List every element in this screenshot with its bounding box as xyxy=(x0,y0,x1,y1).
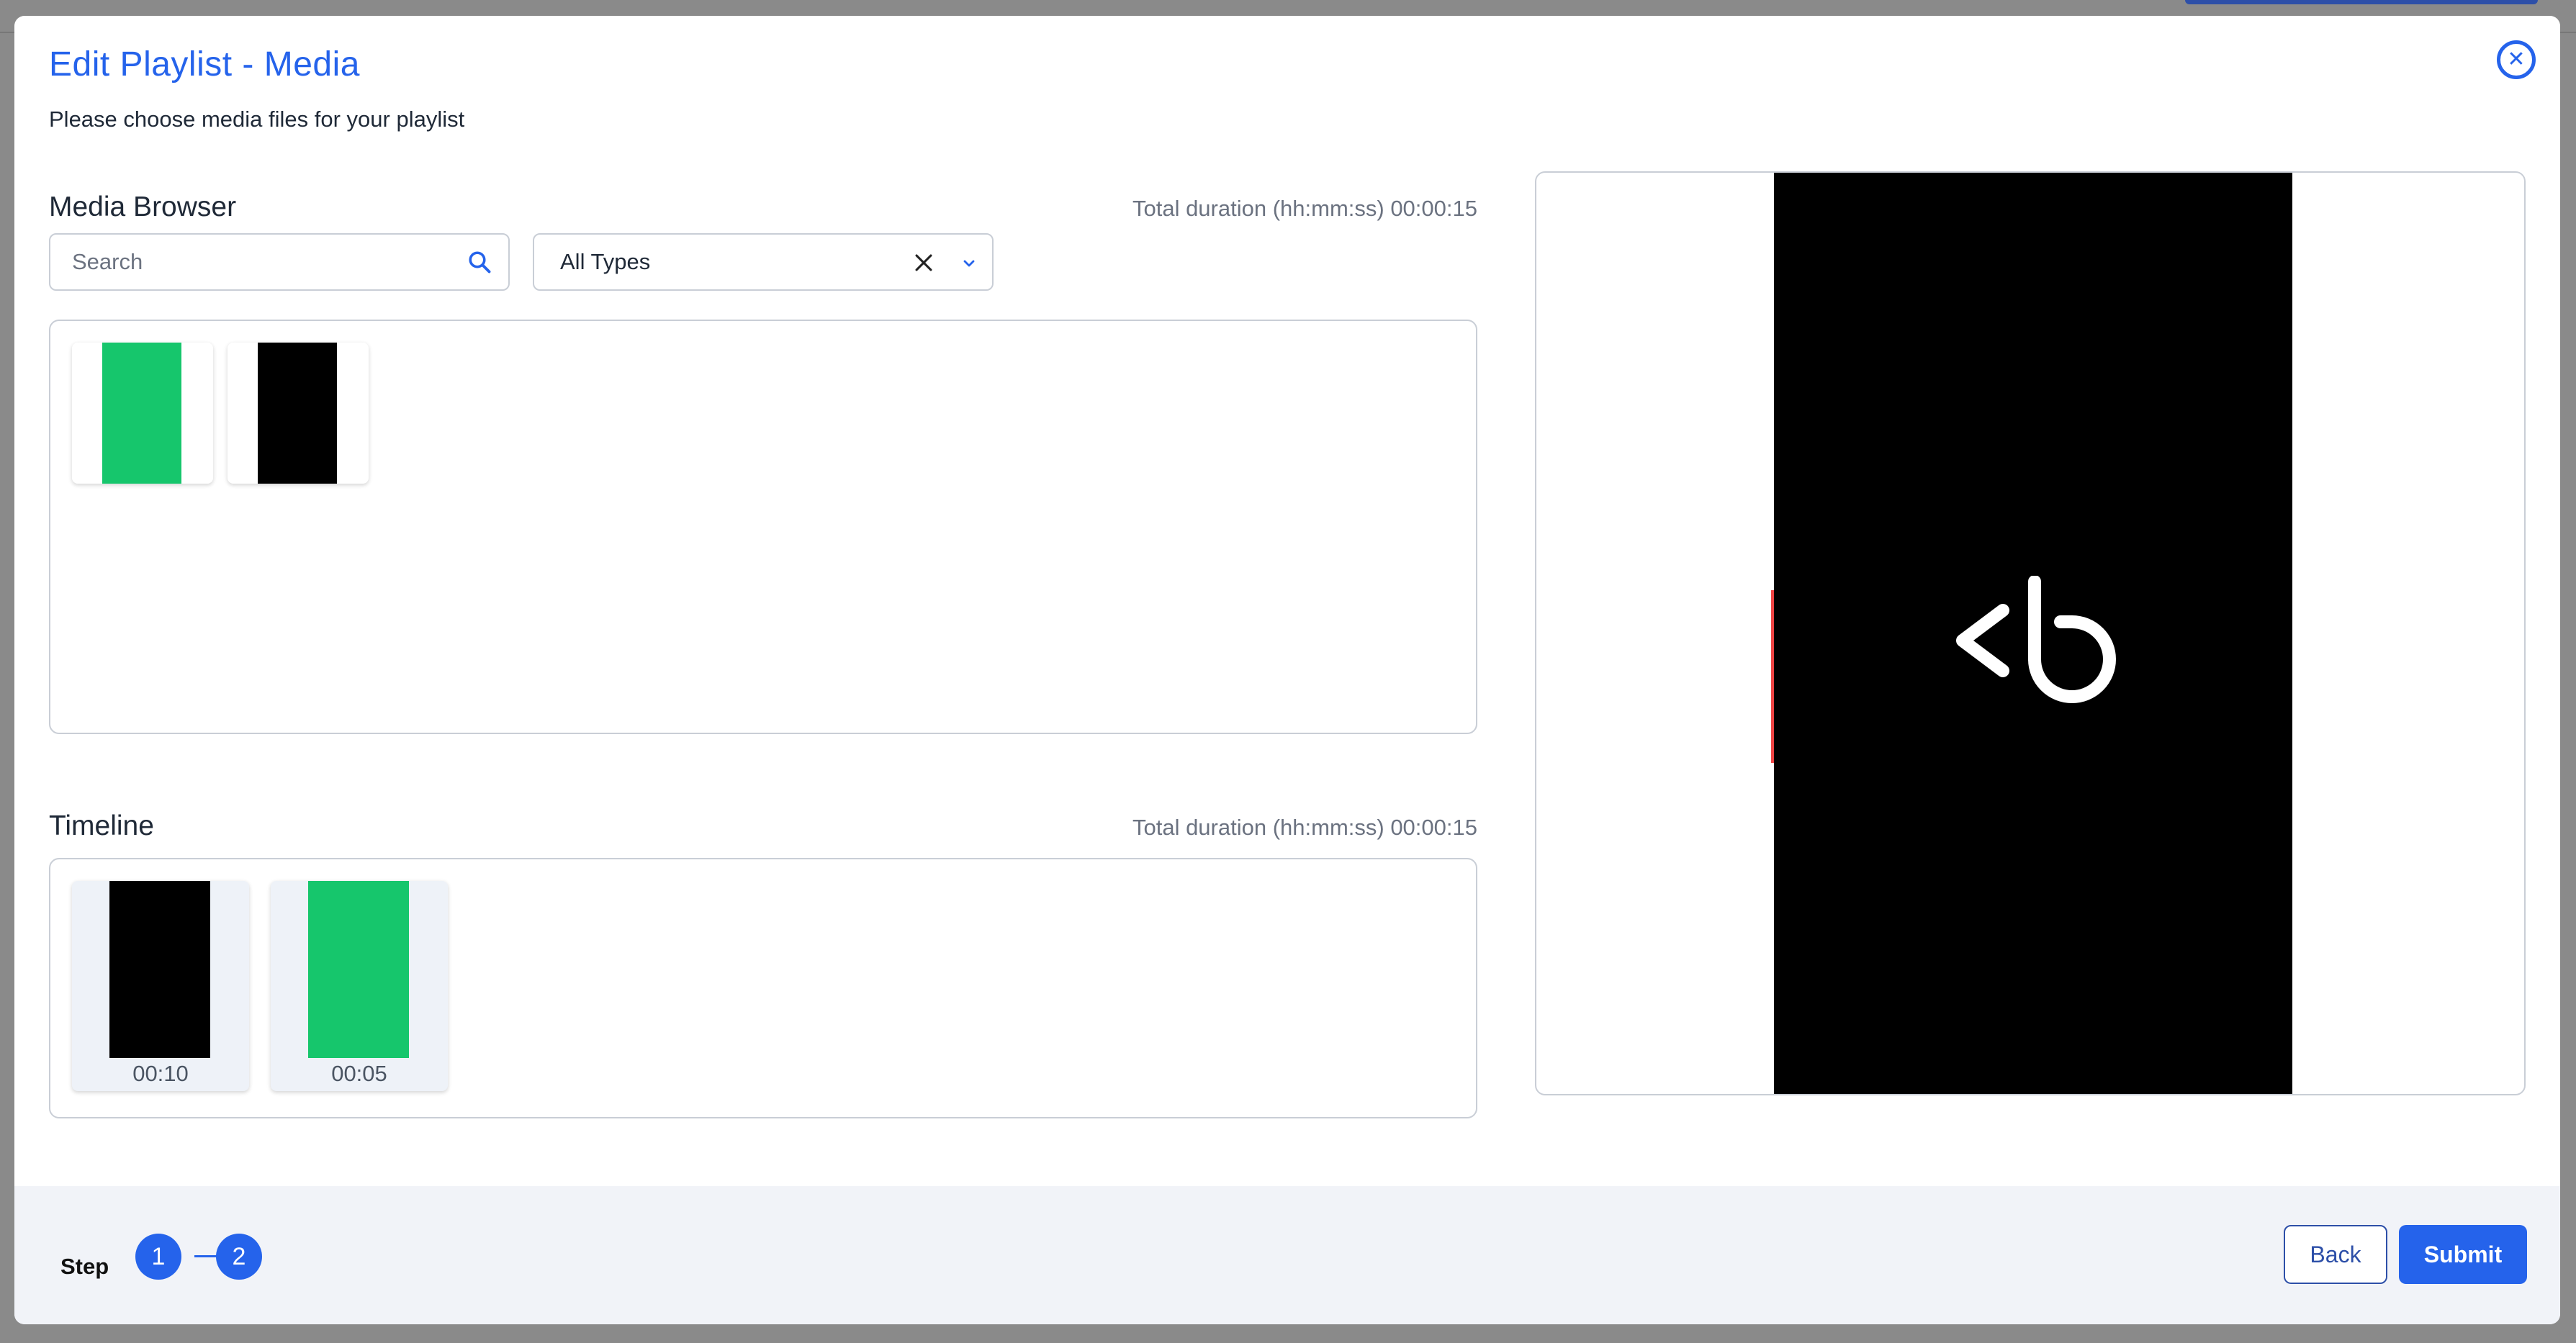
step-2[interactable]: 2 xyxy=(216,1234,262,1280)
chevron-down-icon[interactable] xyxy=(960,255,978,272)
timeline-title: Timeline xyxy=(49,810,154,841)
backdrop-button xyxy=(2185,0,2538,4)
media-thumbnail xyxy=(258,343,337,484)
submit-button[interactable]: Submit xyxy=(2399,1225,2527,1284)
media-item-green[interactable] xyxy=(72,343,213,484)
timeline-panel: 00:10 00:05 xyxy=(49,858,1477,1118)
modal-footer xyxy=(14,1186,2560,1324)
clear-icon[interactable] xyxy=(911,250,936,275)
search-field[interactable] xyxy=(49,233,510,291)
step-1[interactable]: 1 xyxy=(135,1234,181,1280)
timeline-total-duration: Total duration (hh:mm:ss) 00:00:15 xyxy=(1132,815,1477,840)
timeline-item-duration: 00:05 xyxy=(331,1061,387,1086)
timeline-item[interactable]: 00:05 xyxy=(271,881,448,1091)
search-input[interactable] xyxy=(72,235,461,289)
media-thumbnail xyxy=(102,343,181,484)
timeline-item-duration: 00:10 xyxy=(132,1061,189,1086)
preview-panel xyxy=(1535,171,2526,1095)
edit-playlist-modal: Edit Playlist - Media Please choose medi… xyxy=(14,16,2560,1324)
modal-title: Edit Playlist - Media xyxy=(49,45,360,83)
media-browser-title: Media Browser xyxy=(49,191,237,222)
type-filter-value: All Types xyxy=(560,249,651,274)
media-browser-panel xyxy=(49,320,1477,734)
media-browser-total-duration: Total duration (hh:mm:ss) 00:00:15 xyxy=(1132,196,1477,221)
timeline-thumbnail xyxy=(308,881,409,1058)
search-icon[interactable] xyxy=(467,249,492,275)
back-button[interactable]: Back xyxy=(2284,1225,2387,1284)
timeline-thumbnail xyxy=(109,881,210,1058)
brand-logo-icon xyxy=(1956,576,2116,703)
modal-subtitle: Please choose media files for your playl… xyxy=(49,107,465,132)
timeline-item[interactable]: 00:10 xyxy=(72,881,249,1091)
type-filter-select[interactable]: All Types xyxy=(533,233,994,291)
close-icon: ✕ xyxy=(2507,48,2526,71)
step-label: Step xyxy=(60,1254,109,1279)
close-button[interactable]: ✕ xyxy=(2497,40,2536,79)
media-item-black[interactable] xyxy=(228,343,369,484)
